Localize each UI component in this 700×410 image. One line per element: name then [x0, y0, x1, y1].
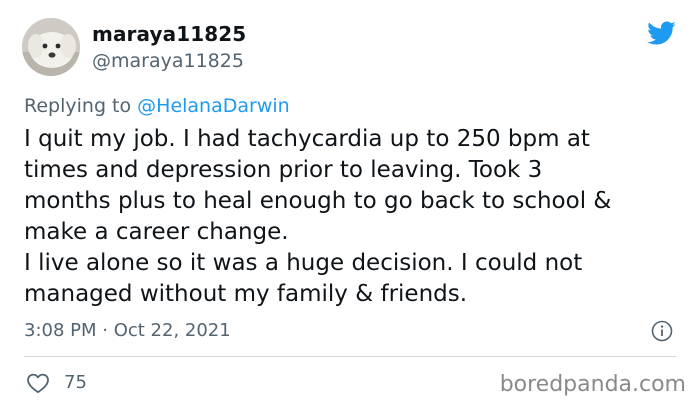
- like-count: 75: [64, 372, 87, 393]
- heart-icon[interactable]: [26, 372, 50, 394]
- tweet-card: maraya11825 @maraya11825 Replying to @He…: [0, 0, 700, 410]
- avatar[interactable]: [22, 18, 80, 76]
- author-display-name[interactable]: maraya11825: [92, 22, 246, 46]
- info-icon[interactable]: [651, 320, 673, 342]
- tweet-timestamp[interactable]: 3:08 PM · Oct 22, 2021: [24, 320, 231, 341]
- reply-to-mention[interactable]: @HelanaDarwin: [137, 95, 290, 117]
- replying-to: Replying to @HelanaDarwin: [24, 95, 290, 117]
- tweet-text: I quit my job. I had tachycardia up to 2…: [24, 124, 684, 310]
- tweet-text-line: managed without my family & friends.: [24, 281, 468, 307]
- tweet-text-line: I quit my job. I had tachycardia up to 2…: [24, 126, 590, 152]
- divider: [24, 356, 676, 357]
- replying-to-label: Replying to: [24, 95, 138, 117]
- twitter-bird-icon[interactable]: [644, 18, 678, 48]
- tweet-text-line: make a career change.: [24, 219, 289, 245]
- tweet-text-line: I live alone so it was a huge decision. …: [24, 250, 583, 276]
- tweet-text-line: months plus to heal enough to go back to…: [24, 188, 612, 214]
- watermark: boredpanda.com: [499, 372, 686, 397]
- tweet-text-line: times and depression prior to leaving. T…: [24, 157, 543, 183]
- dog-avatar-photo: [22, 18, 80, 76]
- author-handle[interactable]: @maraya11825: [92, 50, 244, 72]
